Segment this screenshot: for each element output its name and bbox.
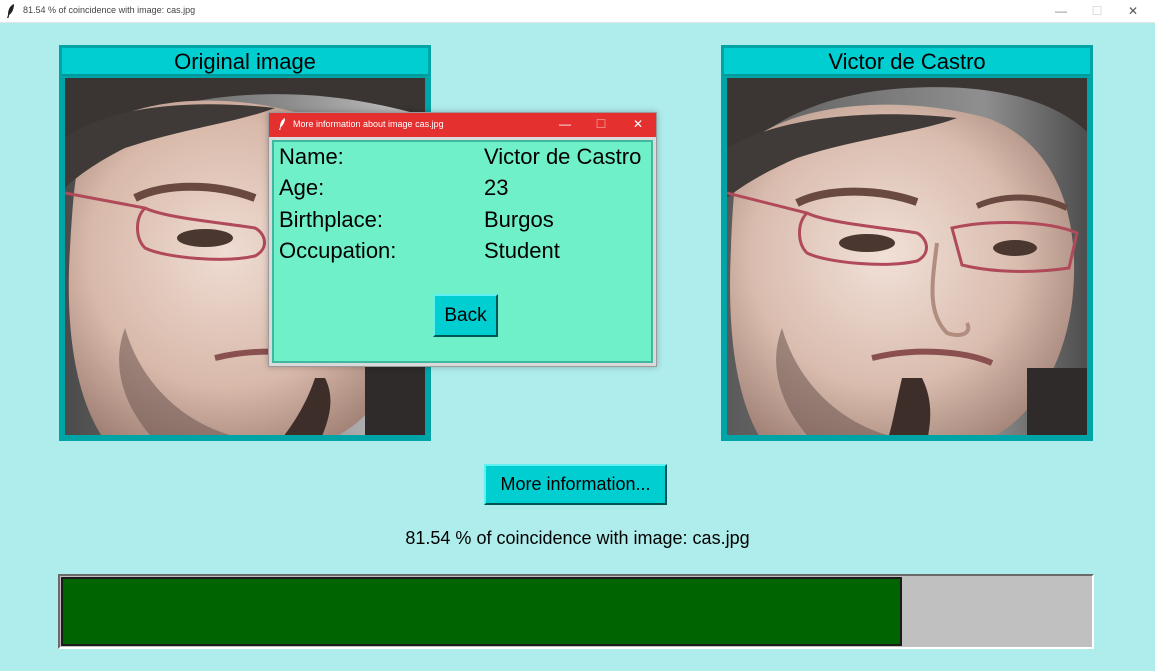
feather-icon <box>279 118 285 130</box>
field-value: Burgos <box>484 207 554 232</box>
dialog-body: Name: Victor de Castro Age: 23 Birthplac… <box>272 140 653 363</box>
feather-icon <box>7 4 14 18</box>
dialog-title: More information about image cas.jpg <box>293 119 444 129</box>
back-button[interactable]: Back <box>433 294 498 337</box>
dialog-close-button[interactable]: ✕ <box>620 113 656 137</box>
field-label: Age: <box>279 175 325 200</box>
match-face-photo <box>727 78 1087 435</box>
maximize-button[interactable]: ☐ <box>1079 0 1115 23</box>
field-label: Occupation: <box>279 238 397 263</box>
original-image-header: Original image <box>62 48 428 76</box>
field-value: 23 <box>484 175 509 200</box>
dialog-maximize-button[interactable]: ☐ <box>583 113 619 137</box>
match-image-panel: Victor de Castro <box>721 45 1093 441</box>
field-label: Name: <box>279 144 344 169</box>
coincidence-progress-bar <box>58 574 1094 649</box>
match-name-header: Victor de Castro <box>724 48 1090 76</box>
close-button[interactable]: ✕ <box>1115 0 1151 23</box>
dialog-titlebar: More information about image cas.jpg — ☐… <box>269 113 656 137</box>
coincidence-label: 81.54 % of coincidence with image: cas.j… <box>405 528 750 548</box>
info-dialog: More information about image cas.jpg — ☐… <box>268 112 657 367</box>
more-information-button[interactable]: More information... <box>484 464 667 505</box>
minimize-button[interactable]: — <box>1043 0 1079 23</box>
progress-fill <box>61 577 903 646</box>
field-value: Victor de Castro <box>484 144 642 169</box>
dialog-minimize-button[interactable]: — <box>547 113 583 137</box>
field-value: Student <box>484 238 560 263</box>
window-titlebar: 81.54 % of coincidence with image: cas.j… <box>0 0 1155 23</box>
window-title: 81.54 % of coincidence with image: cas.j… <box>23 5 196 15</box>
field-label: Birthplace: <box>279 207 383 232</box>
